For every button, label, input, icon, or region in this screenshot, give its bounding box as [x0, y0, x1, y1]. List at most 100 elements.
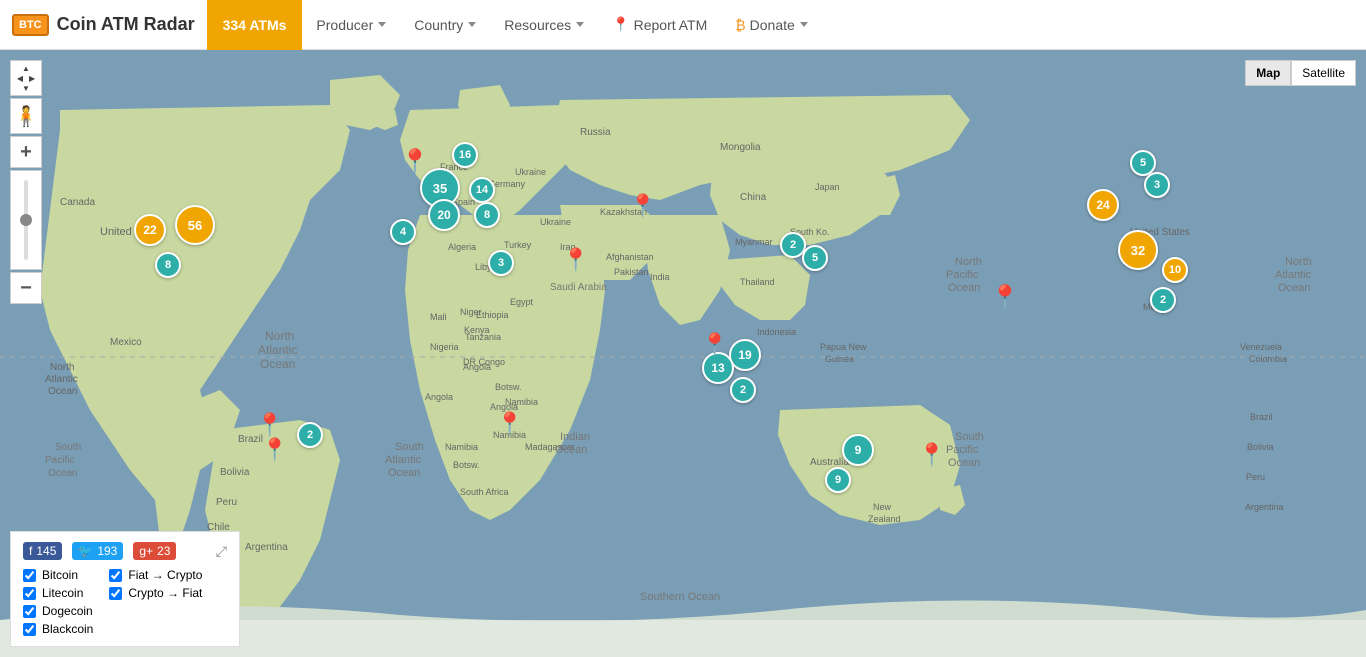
svg-text:Mali: Mali: [430, 312, 447, 322]
cluster-badge: 3: [1144, 172, 1170, 198]
pin-me[interactable]: 📍: [562, 247, 589, 273]
chevron-down-icon: [468, 22, 476, 27]
crypto-fiat-label: Crypto → Fiat: [128, 586, 202, 600]
svg-text:Bolivia: Bolivia: [1247, 442, 1274, 452]
cluster-56[interactable]: 56: [175, 205, 215, 245]
facebook-share-button[interactable]: f 145: [23, 542, 62, 560]
pin-central-asia[interactable]: 📍: [629, 193, 656, 219]
map-type-map[interactable]: Map: [1245, 60, 1291, 86]
cluster-2-sea[interactable]: 2: [730, 377, 756, 403]
pin-brazil-2[interactable]: 📍: [261, 437, 288, 463]
cluster-2-mex[interactable]: 2: [1150, 287, 1176, 313]
svg-text:Algeria: Algeria: [448, 242, 476, 252]
zoom-out-button[interactable]: −: [10, 272, 42, 304]
svg-text:Nigeria: Nigeria: [430, 342, 459, 352]
litecoin-checkbox[interactable]: [23, 587, 36, 600]
pin-africa[interactable]: 📍: [496, 411, 523, 437]
legend-item-crypto-fiat: Crypto → Fiat: [109, 586, 202, 600]
cluster-8b[interactable]: 8: [474, 202, 500, 228]
legend-item-litecoin: Litecoin: [23, 586, 93, 600]
cluster-9-aus[interactable]: 9: [842, 434, 874, 466]
zoom-in-button[interactable]: +: [10, 136, 42, 168]
nav-report-atm[interactable]: 📍 Report ATM: [598, 0, 721, 50]
nav-country[interactable]: Country: [400, 0, 490, 50]
pin-uk[interactable]: 📍: [400, 148, 430, 177]
blackcoin-checkbox[interactable]: [23, 623, 36, 636]
svg-text:Namibia: Namibia: [505, 397, 538, 407]
svg-text:Ukraine: Ukraine: [540, 217, 571, 227]
nav-producer-label: Producer: [316, 17, 373, 33]
svg-text:Peru: Peru: [216, 497, 237, 508]
googleplus-share-button[interactable]: g+ 23: [133, 542, 176, 560]
svg-text:Colombia: Colombia: [1249, 354, 1287, 364]
svg-text:Ocean: Ocean: [948, 457, 980, 469]
cluster-5-korea[interactable]: 5: [802, 245, 828, 271]
pin-sea[interactable]: 📍: [701, 332, 728, 358]
nav-resources-label: Resources: [504, 17, 571, 33]
chevron-down-icon: [576, 22, 584, 27]
nav-donate-label: Donate: [750, 17, 795, 33]
svg-text:Afghanistan: Afghanistan: [606, 252, 654, 262]
pin-pacific[interactable]: 📍: [990, 284, 1020, 313]
zoom-slider[interactable]: [10, 170, 42, 270]
nav-resources[interactable]: Resources: [490, 0, 598, 50]
svg-text:Ocean: Ocean: [48, 386, 77, 397]
cluster-badge: 5: [802, 245, 828, 271]
pin-nz[interactable]: 📍: [918, 442, 945, 468]
slider-thumb[interactable]: [20, 214, 32, 226]
expand-button[interactable]: ⤢: [216, 543, 227, 560]
pin-icon: 📍: [612, 16, 629, 33]
svg-text:Mexico: Mexico: [110, 337, 142, 348]
cluster-badge: 14: [469, 177, 495, 203]
cluster-9-aus2[interactable]: 9: [825, 467, 851, 493]
svg-text:North: North: [955, 256, 982, 268]
cluster-10[interactable]: 10: [1162, 257, 1188, 283]
crypto-fiat-checkbox[interactable]: [109, 587, 122, 600]
bitcoin-checkbox[interactable]: [23, 569, 36, 582]
map-type-satellite[interactable]: Satellite: [1291, 60, 1356, 86]
nav-donate[interactable]: ₿ Donate: [721, 0, 822, 50]
cluster-20[interactable]: 20: [428, 199, 460, 231]
cluster-4[interactable]: 4: [390, 219, 416, 245]
svg-text:Argentina: Argentina: [245, 542, 288, 553]
map-container[interactable]: United States Canada North Atlantic Ocea…: [0, 50, 1366, 657]
map-type-buttons: Map Satellite: [1245, 60, 1356, 86]
blackcoin-label: Blackcoin: [42, 622, 93, 636]
pin-brazil-1[interactable]: 📍: [256, 412, 283, 438]
cluster-badge: 22: [134, 214, 166, 246]
svg-text:Pacific: Pacific: [946, 269, 979, 281]
legend-box: f 145 🐦 193 g+ 23 ⤢ Bitcoin Lite: [10, 531, 240, 647]
cluster-3-me[interactable]: 3: [488, 250, 514, 276]
svg-text:Guinea: Guinea: [825, 354, 854, 364]
svg-text:South Africa: South Africa: [460, 487, 509, 497]
cluster-badge: 3: [488, 250, 514, 276]
svg-text:Peru: Peru: [1246, 472, 1265, 482]
svg-text:Thailand: Thailand: [740, 277, 775, 287]
pan-up-icon: ▲: [22, 64, 30, 73]
atm-count-badge[interactable]: 334 ATMs: [207, 0, 303, 50]
legend-item-dogecoin: Dogecoin: [23, 604, 93, 618]
twitter-share-button[interactable]: 🐦 193: [72, 542, 123, 560]
dogecoin-label: Dogecoin: [42, 604, 93, 618]
cluster-24[interactable]: 24: [1087, 189, 1119, 221]
twitter-icon: 🐦: [78, 544, 93, 558]
svg-text:North: North: [1285, 256, 1312, 268]
fiat-crypto-checkbox[interactable]: [109, 569, 122, 582]
pan-control[interactable]: ▲ ◀▶ ▼: [10, 60, 42, 96]
cluster-14[interactable]: 14: [469, 177, 495, 203]
cluster-2-sa[interactable]: 2: [297, 422, 323, 448]
cluster-16[interactable]: 16: [452, 142, 478, 168]
dogecoin-checkbox[interactable]: [23, 605, 36, 618]
facebook-count: 145: [36, 544, 56, 558]
cluster-22[interactable]: 22: [134, 214, 166, 246]
pan-left-icon: ◀: [17, 74, 23, 83]
nav-producer[interactable]: Producer: [302, 0, 400, 50]
cluster-8[interactable]: 8: [155, 252, 181, 278]
cluster-badge: 2: [1150, 287, 1176, 313]
cluster-3-canada[interactable]: 3: [1144, 172, 1170, 198]
svg-text:Atlantic: Atlantic: [45, 374, 78, 385]
cluster-badge: 8: [474, 202, 500, 228]
chevron-down-icon: [378, 22, 386, 27]
cluster-32[interactable]: 32: [1118, 230, 1158, 270]
pegman-control[interactable]: 🧍: [10, 98, 42, 134]
